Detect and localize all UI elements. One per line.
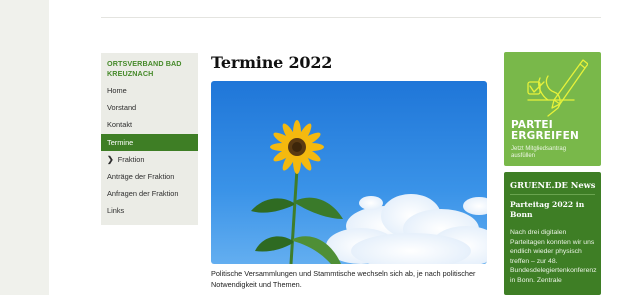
page-title: Termine 2022 xyxy=(211,53,333,72)
article-body: Politische Versammlungen und Stammtische… xyxy=(211,268,496,290)
promo-subtitle: Jetzt Mitgliedsantrag ausfüllen xyxy=(511,146,567,159)
page-left-margin xyxy=(0,0,49,295)
sidebar-item-home[interactable]: Home xyxy=(101,82,198,99)
sidebar-item-label: Anfragen der Fraktion xyxy=(107,189,179,199)
sidebar-item-label: Fraktion xyxy=(117,154,145,164)
news-divider xyxy=(510,194,595,195)
sidebar-item-label: Termine xyxy=(107,137,134,147)
promo-title: PARTEI ERGREIFEN xyxy=(511,120,579,142)
sidebar-item-label: Vorstand xyxy=(107,103,137,113)
sidebar-title: ORTSVERBAND BAD KREUZNACH xyxy=(107,59,182,78)
sidebar-item-label: Anträge der Fraktion xyxy=(107,171,175,181)
sidebar-item-label: Links xyxy=(107,206,125,216)
sidebar-item-vorstand[interactable]: Vorstand xyxy=(101,99,198,116)
article-line: Notwendigkeit und Themen. xyxy=(211,280,302,289)
sidebar-item-label: Home xyxy=(107,86,127,95)
hand-writing-checkmark-icon xyxy=(527,59,588,117)
sidebar-item-termine[interactable]: Termine xyxy=(101,133,198,151)
sidebar-item-antraege[interactable]: Anträge der Fraktion xyxy=(101,168,198,185)
sidebar-item-label: Kontakt xyxy=(107,120,133,130)
membership-promo-card[interactable]: PARTEI ERGREIFEN Jetzt Mitgliedsantrag a… xyxy=(504,52,601,166)
sidebar-item-fraktion[interactable]: ❯ Fraktion xyxy=(101,151,198,168)
hero-image-sunflower xyxy=(211,81,487,264)
sidebar-navigation: ORTSVERBAND BAD KREUZNACH Home Vorstand … xyxy=(101,53,198,225)
news-widget: GRUENE.DE News Parteitag 2022 in Bonn Na… xyxy=(504,172,601,295)
news-heading: GRUENE.DE News xyxy=(510,180,596,190)
sidebar-menu: Home Vorstand Kontakt Termine ❯ Fraktion… xyxy=(101,82,198,220)
article-line: Politische Versammlungen und Stammtische… xyxy=(211,269,476,278)
sidebar-item-links[interactable]: Links xyxy=(101,202,198,219)
sidebar-item-anfragen[interactable]: Anfragen der Fraktion xyxy=(101,185,198,202)
news-article-link[interactable]: Parteitag 2022 in Bonn xyxy=(510,200,596,220)
promo-title-line: ERGREIFEN xyxy=(511,130,579,142)
news-article-teaser: Nach drei digitalen Parteitagen konnten … xyxy=(510,229,597,284)
sidebar-item-kontakt[interactable]: Kontakt xyxy=(101,116,198,133)
header-divider xyxy=(101,17,601,18)
chevron-right-icon: ❯ xyxy=(107,154,114,164)
